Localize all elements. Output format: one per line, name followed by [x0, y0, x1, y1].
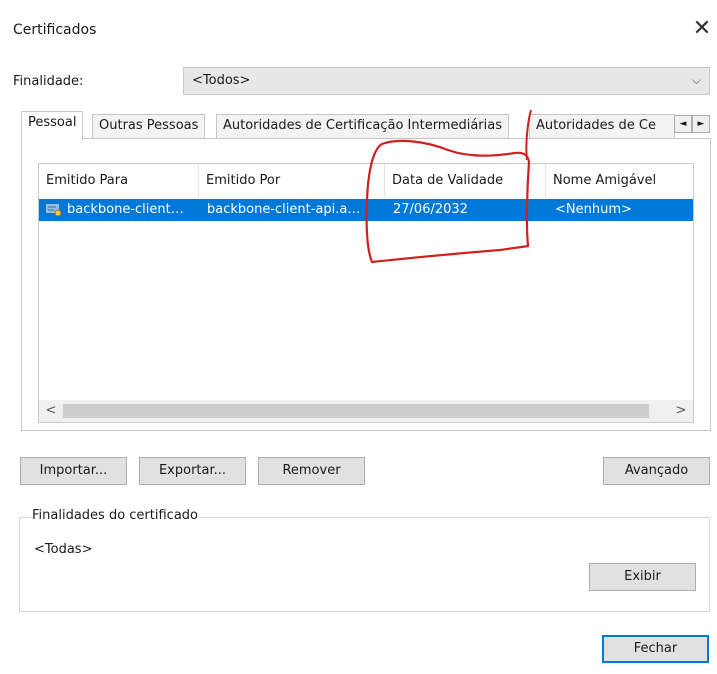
view-button[interactable]: Exibir: [589, 563, 696, 591]
cell-friendly-name: <Nenhum>: [555, 202, 632, 217]
cell-valid-until: 27/06/2032: [393, 202, 468, 217]
cell-issued-to: backbone-client…: [67, 202, 184, 217]
close-icon[interactable]: ✕: [687, 14, 717, 44]
advanced-button[interactable]: Avançado: [603, 457, 710, 485]
purpose-label: Finalidade:: [13, 74, 84, 89]
tab-trusted-root-cas[interactable]: Autoridades de Ce: [529, 114, 675, 138]
tab-other-people[interactable]: Outras Pessoas: [92, 114, 206, 138]
import-button[interactable]: Importar...: [20, 457, 127, 485]
certificate-list[interactable]: Emitido Para Emitido Por Data de Validad…: [38, 163, 694, 423]
column-header-expiration[interactable]: Data de Validade: [385, 164, 546, 197]
column-header-issued-by[interactable]: Emitido Por: [199, 164, 385, 197]
scrollbar-thumb[interactable]: [63, 404, 649, 418]
certificate-icon: [45, 203, 62, 217]
tab-scroll-right-icon[interactable]: ►: [692, 115, 710, 133]
purpose-select-value: <Todos>: [192, 73, 251, 88]
tab-personal[interactable]: Pessoal: [21, 111, 84, 140]
window-title: Certificados: [13, 22, 97, 38]
table-row[interactable]: backbone-client… backbone-client-api.a… …: [39, 199, 693, 221]
scroll-right-icon[interactable]: >: [671, 401, 691, 421]
column-header-friendly-name[interactable]: Nome Amigável: [546, 164, 693, 197]
certificate-purposes-title: Finalidades do certificado: [30, 508, 200, 523]
title-bar: Certificados ✕: [0, 0, 717, 56]
remove-button[interactable]: Remover: [258, 457, 365, 485]
tab-strip: Pessoal Outras Pessoas Autoridades de Ce…: [21, 111, 711, 140]
horizontal-scrollbar[interactable]: < >: [39, 400, 693, 422]
scroll-left-icon[interactable]: <: [41, 401, 61, 421]
export-button[interactable]: Exportar...: [139, 457, 246, 485]
tab-scroll-left-icon[interactable]: ◄: [674, 115, 692, 133]
certificate-purposes-value: <Todas>: [34, 542, 93, 557]
tab-intermediate-cas[interactable]: Autoridades de Certificação Intermediári…: [216, 114, 509, 138]
purpose-select[interactable]: <Todos> ⌵: [183, 67, 710, 95]
cell-issued-by: backbone-client-api.a…: [207, 202, 361, 217]
tab-panel: Emitido Para Emitido Por Data de Validad…: [21, 138, 711, 431]
chevron-down-icon: ⌵: [691, 73, 701, 87]
close-button[interactable]: Fechar: [602, 635, 709, 663]
certificates-dialog: Certificados ✕ Finalidade: <Todos> ⌵ Pes…: [0, 0, 717, 674]
column-header-issued-to[interactable]: Emitido Para: [39, 164, 199, 197]
